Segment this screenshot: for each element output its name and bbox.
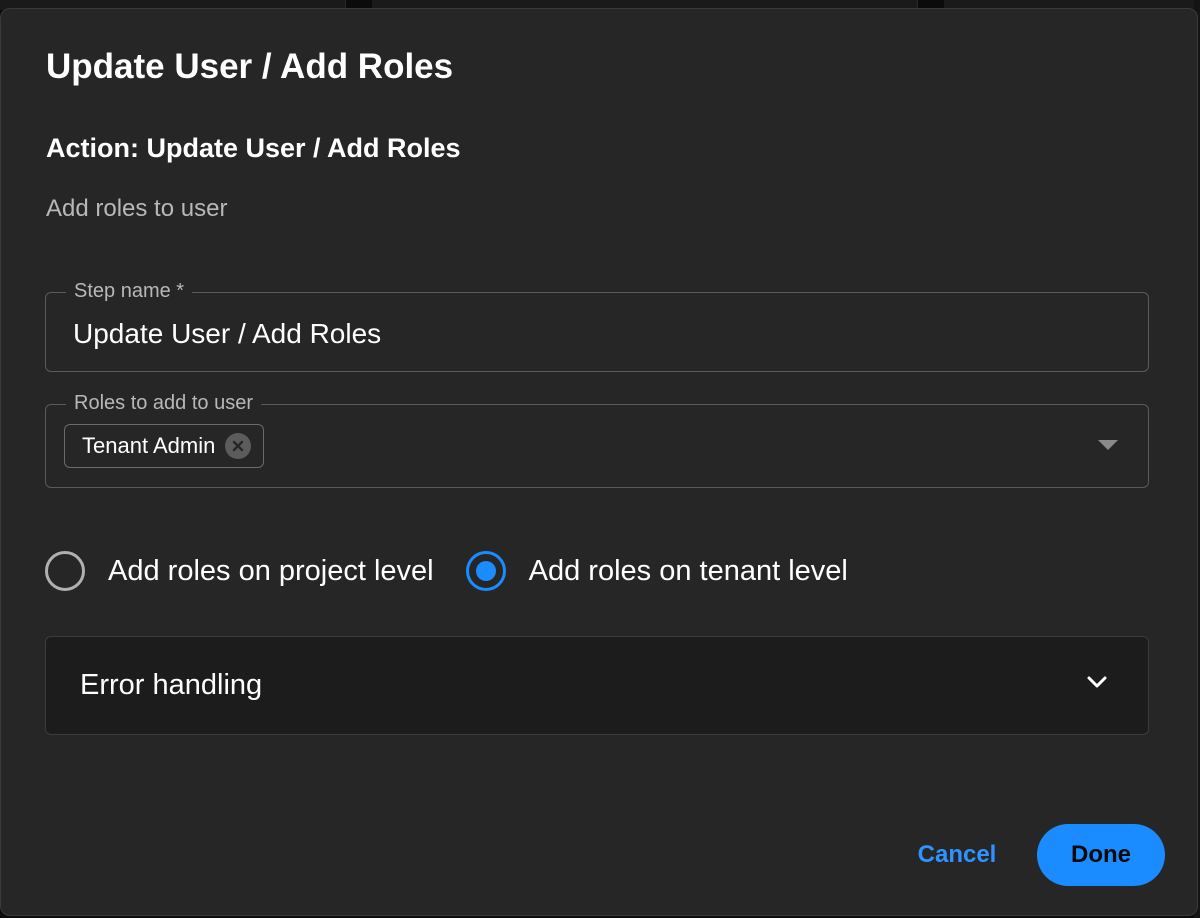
caret-down-icon[interactable] [1098, 440, 1118, 450]
chevron-down-icon[interactable] [1086, 675, 1108, 694]
roles-select-field[interactable]: Roles to add to user Tenant Admin [45, 391, 1149, 488]
action-heading: Action: Update User / Add Roles [46, 133, 461, 163]
done-button[interactable]: Done [1037, 824, 1165, 886]
step-name-label: Step name * [66, 279, 193, 303]
step-name-field: Step name * [45, 279, 1149, 372]
radio-project-level[interactable]: Add roles on project level [45, 551, 434, 591]
radio-tenant-level[interactable]: Add roles on tenant level [465, 551, 848, 591]
roles-label: Roles to add to user [66, 391, 261, 415]
update-user-dialog: Update User / Add Roles Action: Update U… [0, 8, 1198, 916]
radio-project-level-label: Add roles on project level [108, 554, 434, 587]
error-handling-label: Error handling [80, 669, 263, 701]
dialog-title: Update User / Add Roles [46, 47, 454, 86]
close-circle-icon[interactable] [225, 433, 252, 459]
cancel-button[interactable]: Cancel [905, 825, 1009, 885]
role-chip-label: Tenant Admin [82, 433, 216, 458]
action-description: Add roles to user [46, 195, 228, 222]
radio-unchecked-icon[interactable] [45, 551, 85, 591]
radio-dot [475, 561, 496, 581]
role-chip-tenant-admin: Tenant Admin [64, 424, 265, 468]
radio-tenant-level-label: Add roles on tenant level [528, 554, 848, 587]
error-handling-accordion[interactable]: Error handling [45, 636, 1149, 735]
step-name-input[interactable] [73, 316, 1113, 352]
radio-checked-icon[interactable] [465, 551, 506, 591]
role-level-radio-group: Add roles on project level Add roles on … [45, 549, 848, 593]
